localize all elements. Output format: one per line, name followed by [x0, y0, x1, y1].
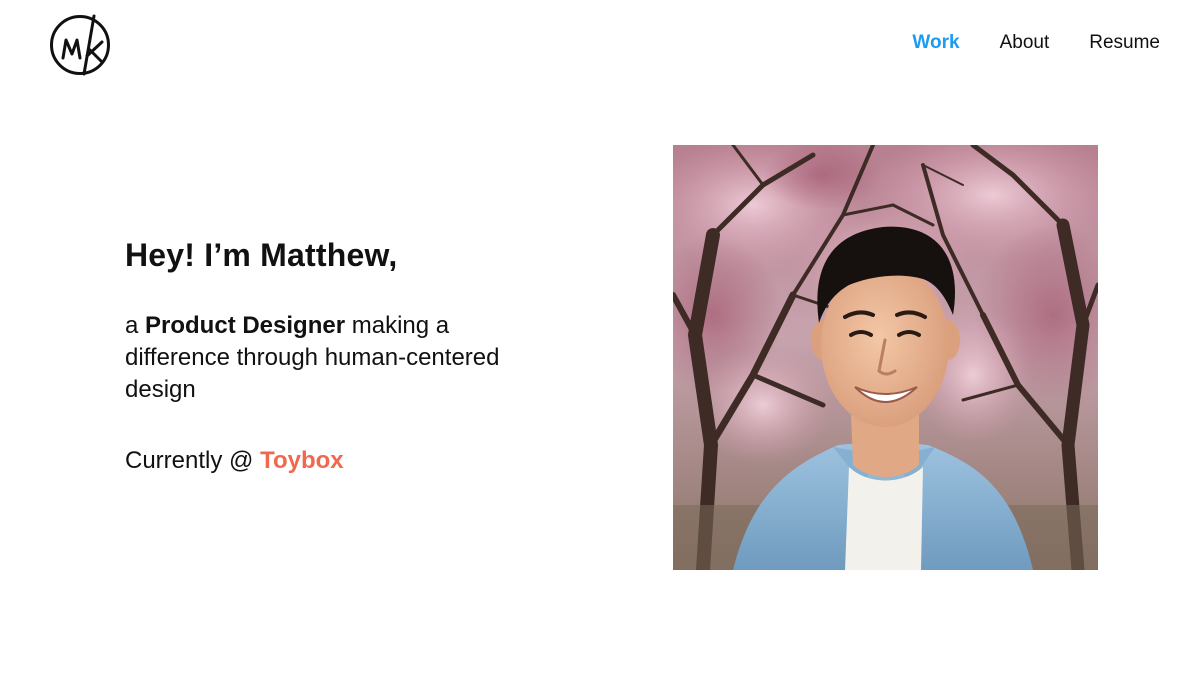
mk-logo-icon[interactable] [49, 14, 111, 76]
nav-resume-link[interactable]: Resume [1089, 32, 1160, 54]
greeting-heading: Hey! I’m Matthew, [125, 237, 398, 273]
nav-work-link[interactable]: Work [912, 32, 959, 54]
hero-intro: Hey! I’m Matthew, a Product Designer mak… [125, 236, 505, 477]
portfolio-page: Work About Resume Hey! I’m Matthew, a Pr… [0, 0, 1200, 675]
currently-prefix: Currently @ [125, 447, 261, 474]
profile-photo [673, 145, 1098, 570]
company-link[interactable]: Toybox [260, 447, 344, 474]
current-position: Currently @ Toybox [125, 445, 505, 477]
nav-about-link[interactable]: About [1000, 32, 1050, 54]
top-nav: Work About Resume [912, 32, 1160, 54]
tagline-prefix: a [125, 312, 146, 339]
tagline: a Product Designer making a difference t… [125, 310, 505, 406]
role-title: Product Designer [145, 312, 346, 339]
